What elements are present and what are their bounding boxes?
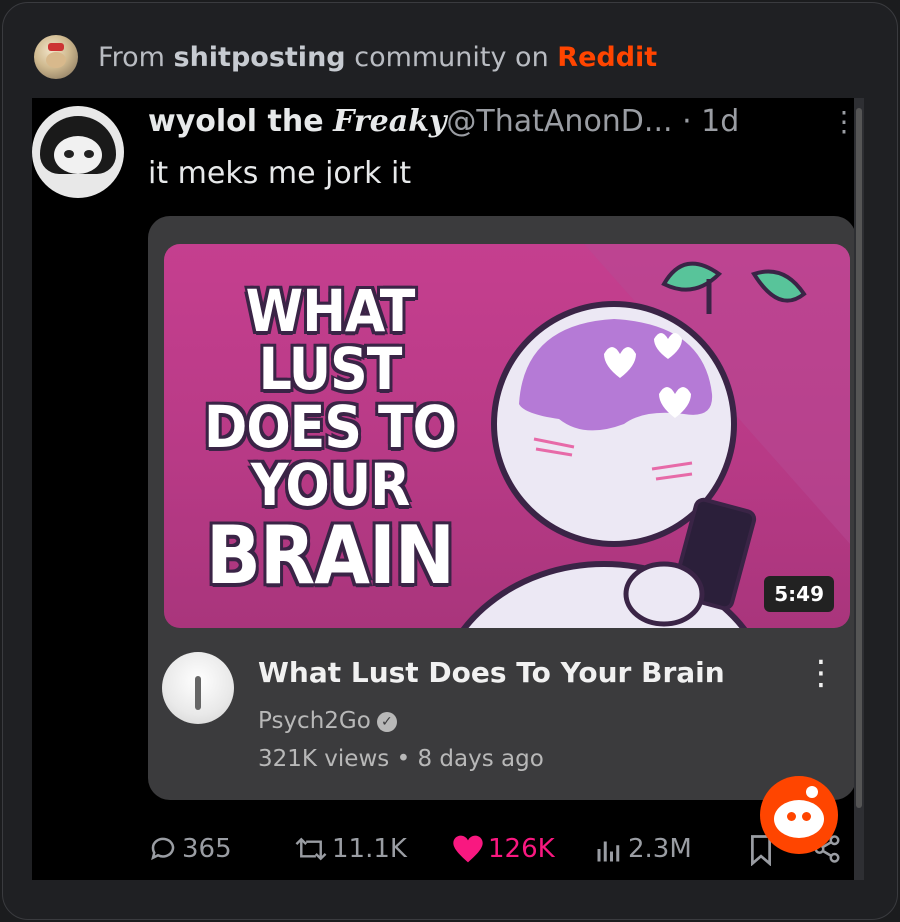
video-title[interactable]: What Lust Does To Your Brain bbox=[258, 656, 725, 689]
video-thumbnail[interactable]: WHAT LUST DOES TO YOUR BRAIN 5:49 bbox=[164, 244, 850, 628]
post-header: wyolol the Freaky@ThatAnonD... · 1d bbox=[148, 104, 739, 139]
thumbnail-title: WHAT LUST DOES TO YOUR BRAIN bbox=[180, 282, 480, 596]
banner-middle: community on bbox=[354, 41, 549, 73]
reddit-link[interactable]: Reddit bbox=[557, 42, 657, 73]
like-button[interactable]: 126K bbox=[452, 834, 555, 864]
action-bar: 365 11.1K 126K 2.3M bbox=[148, 826, 858, 876]
user-handle[interactable]: @ThatAnonD... bbox=[446, 104, 672, 139]
community-banner: From shitposting community on Reddit bbox=[34, 34, 657, 80]
display-name[interactable]: wyolol the bbox=[148, 104, 324, 139]
video-card[interactable]: WHAT LUST DOES TO YOUR BRAIN 5:49 What L… bbox=[148, 216, 856, 800]
like-count: 126K bbox=[488, 834, 555, 864]
video-meta: 321K views • 8 days ago bbox=[258, 746, 544, 772]
views-button[interactable]: 2.3M bbox=[594, 834, 692, 864]
reply-button[interactable]: 365 bbox=[148, 834, 232, 864]
reply-count: 365 bbox=[182, 834, 232, 864]
post-time[interactable]: · 1d bbox=[682, 104, 739, 139]
kebab-icon[interactable]: ⋮ bbox=[804, 656, 838, 690]
heart-icon bbox=[453, 835, 483, 863]
banner-text: From shitposting community on Reddit bbox=[98, 42, 657, 73]
view-count: 2.3M bbox=[628, 834, 692, 864]
checkmark-badge-icon: ✓ bbox=[376, 712, 397, 732]
repost-count: 11.1K bbox=[332, 834, 407, 864]
thumb-line-4: BRAIN bbox=[206, 509, 455, 602]
channel-name[interactable]: Psych2Go ✓ bbox=[258, 708, 397, 734]
meta-separator: • bbox=[396, 746, 418, 772]
thumb-line-3: YOUR bbox=[250, 451, 411, 519]
video-views: 321K views bbox=[258, 746, 390, 772]
banner-prefix: From bbox=[98, 41, 165, 73]
scrollbar-thumb[interactable] bbox=[856, 108, 862, 808]
post-text: it meks me jork it bbox=[148, 156, 412, 191]
thumb-line-2: DOES TO bbox=[203, 393, 457, 461]
display-name-fancy[interactable]: Freaky bbox=[333, 104, 446, 139]
repost-arrows-icon bbox=[295, 837, 327, 861]
snoo-icon[interactable] bbox=[760, 776, 838, 854]
bar-chart-icon bbox=[597, 841, 620, 862]
user-avatar[interactable] bbox=[32, 106, 124, 198]
channel-avatar[interactable] bbox=[162, 652, 234, 724]
repost-button[interactable]: 11.1K bbox=[294, 834, 407, 864]
embedded-post: wyolol the Freaky@ThatAnonD... · 1d ⋮ it… bbox=[32, 98, 864, 880]
thumb-line-1: WHAT LUST bbox=[245, 277, 416, 403]
video-age: 8 days ago bbox=[417, 746, 544, 772]
speech-bubble-icon bbox=[151, 837, 175, 861]
community-avatar[interactable] bbox=[34, 35, 78, 79]
video-duration: 5:49 bbox=[764, 576, 834, 612]
channel-name-text[interactable]: Psych2Go bbox=[258, 708, 371, 734]
community-link[interactable]: shitposting bbox=[174, 42, 346, 73]
